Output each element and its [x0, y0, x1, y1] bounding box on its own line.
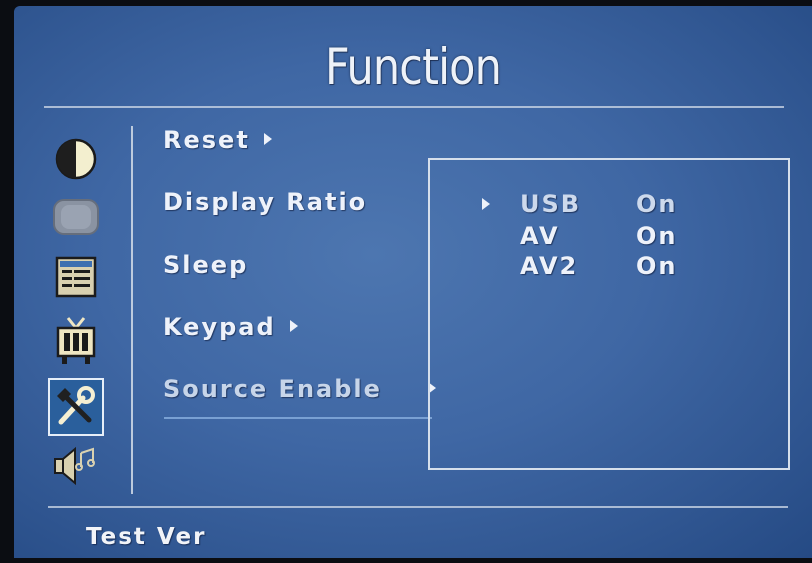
menu-title: Function	[324, 38, 502, 96]
submenu-arrow-icon	[289, 320, 298, 332]
selection-arrow-icon	[482, 198, 490, 210]
source-enable-panel: USB On AV On AV2 On	[428, 158, 790, 470]
title-divider	[44, 106, 784, 108]
submenu-arrow-icon	[263, 133, 272, 145]
menu-item-label: Reset	[163, 126, 250, 154]
selection-underline	[164, 417, 432, 419]
contrast-icon[interactable]	[48, 132, 104, 186]
submenu-row-av[interactable]: AV On	[520, 222, 676, 250]
menu-item-keypad[interactable]: Keypad	[163, 313, 298, 341]
monitor-icon[interactable]	[48, 190, 104, 244]
submenu-row-av2[interactable]: AV2 On	[520, 252, 676, 280]
menu-item-display-ratio[interactable]: Display Ratio	[163, 188, 367, 216]
source-value: On	[636, 252, 678, 280]
source-label: AV2	[520, 252, 579, 280]
menu-item-label: Display Ratio	[163, 188, 368, 216]
sidebar-divider	[131, 126, 133, 494]
source-label: USB	[520, 190, 582, 218]
menu-item-reset[interactable]: Reset	[163, 126, 272, 154]
source-value: On	[636, 190, 678, 218]
source-value: On	[636, 222, 678, 250]
footer-divider	[48, 506, 788, 508]
submenu-row-usb[interactable]: USB On	[482, 190, 676, 218]
osd-menu-icon[interactable]	[48, 250, 104, 304]
sound-icon[interactable]	[48, 438, 104, 492]
version-label: Test Ver	[86, 524, 207, 550]
menu-item-source-enable[interactable]: Source Enable	[163, 375, 436, 403]
tv-icon[interactable]	[48, 314, 104, 368]
menu-item-label: Sleep	[163, 251, 249, 279]
menu-item-label: Source Enable	[163, 375, 382, 403]
source-label: AV	[520, 222, 560, 250]
menu-item-label: Keypad	[163, 313, 276, 341]
tools-icon[interactable]	[48, 378, 104, 436]
osd-menu: Function Reset Display Ratio Sleep Keypa…	[14, 6, 812, 558]
menu-item-sleep[interactable]: Sleep	[163, 251, 248, 279]
